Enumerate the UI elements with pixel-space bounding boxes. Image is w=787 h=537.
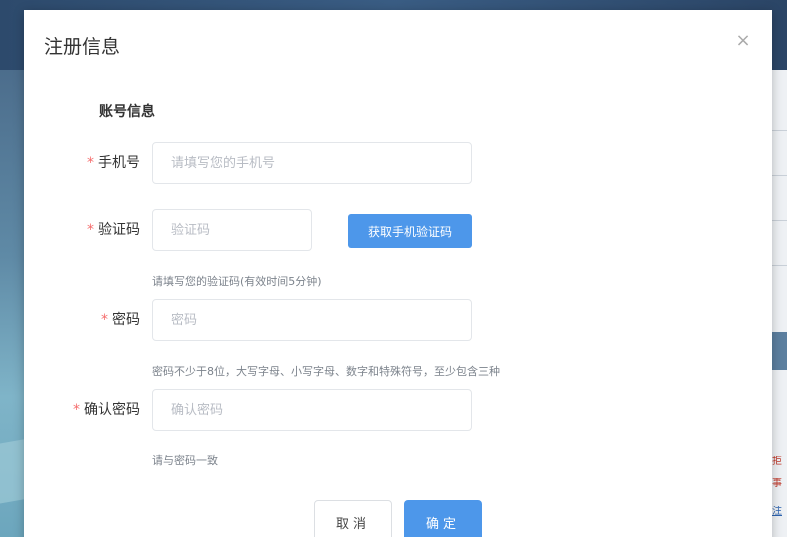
cancel-button[interactable]: 取消 [314,500,392,537]
background-divider [772,265,787,266]
required-mark: * [87,222,94,238]
background-text: 事 [772,478,782,489]
confirm-password-hint: 请与密码一致 [152,454,218,467]
confirm-password-input[interactable] [152,389,472,431]
phone-label: * 手机号 [24,153,140,173]
required-mark: * [101,312,108,328]
confirm-password-label: * 确认密码 [24,400,140,420]
confirm-button[interactable]: 确定 [404,500,482,537]
background-band [772,332,787,370]
code-label-text: 验证码 [98,222,140,238]
background-text: 拒 [772,456,782,467]
password-input[interactable] [152,299,472,341]
background-divider [772,220,787,221]
verification-code-input[interactable] [152,209,312,251]
register-dialog: 注册信息 × 账号信息 *手机号 *验证码 获取手机验证码 请填写您的验证码(有… [24,10,772,537]
confirm-password-label-text: 确认密码 [84,402,140,418]
background-divider [772,175,787,176]
section-title: 账号信息 [99,104,155,120]
phone-label-text: 手机号 [98,155,140,171]
code-hint: 请填写您的验证码(有效时间5分钟) [152,275,322,288]
password-label: * 密码 [24,310,140,330]
required-mark: * [73,402,80,418]
background-link[interactable]: 注 [772,506,787,518]
phone-input[interactable] [152,142,472,184]
password-hint: 密码不少于8位，大写字母、小写字母、数字和特殊符号，至少包含三种 [152,365,500,378]
code-label: * 验证码 [24,220,140,240]
required-mark: * [87,155,94,171]
password-label-text: 密码 [112,312,140,328]
dialog-title: 注册信息 [44,36,121,58]
close-icon[interactable]: × [732,30,754,52]
background-divider [772,130,787,131]
get-code-button[interactable]: 获取手机验证码 [348,214,472,248]
